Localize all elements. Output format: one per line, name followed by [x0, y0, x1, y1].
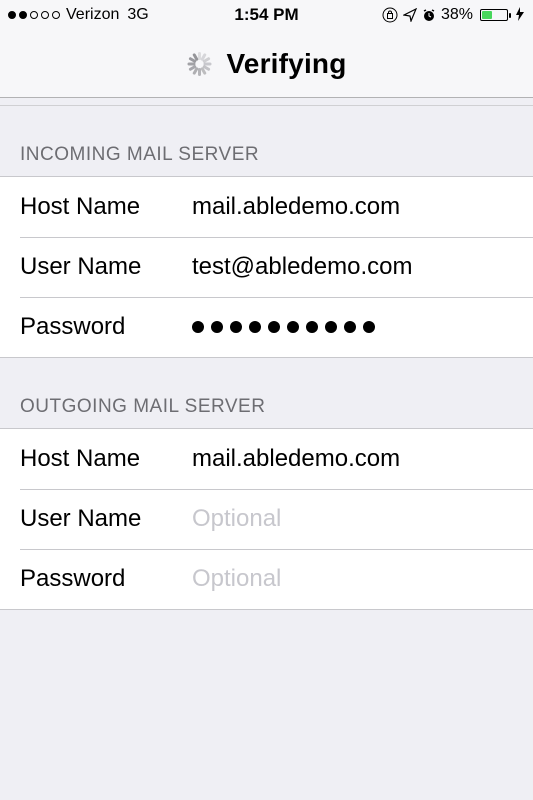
nav-shadow — [0, 98, 533, 106]
outgoing-password-input[interactable] — [192, 565, 533, 593]
outgoing-list: Host Name User Name Password — [0, 428, 533, 610]
status-right: 38% — [382, 6, 525, 24]
row-outgoing-password[interactable]: Password — [0, 549, 533, 609]
alarm-icon — [422, 8, 436, 22]
charging-icon — [515, 7, 525, 24]
status-left: Verizon 3G — [8, 6, 149, 24]
nav-title: Verifying — [226, 48, 346, 80]
incoming-username-input[interactable] — [192, 253, 533, 281]
carrier-label: Verizon — [66, 6, 119, 24]
battery-percent-label: 38% — [441, 6, 473, 24]
section-header-outgoing: OUTGOING MAIL SERVER — [0, 358, 533, 428]
nav-bar: Verifying — [0, 30, 533, 98]
row-outgoing-user[interactable]: User Name — [0, 489, 533, 549]
row-incoming-host[interactable]: Host Name — [0, 177, 533, 237]
location-icon — [403, 8, 417, 22]
username-label: User Name — [20, 253, 192, 281]
username-label: User Name — [20, 505, 192, 533]
network-label: 3G — [127, 6, 148, 24]
hostname-label: Host Name — [20, 193, 192, 221]
orientation-lock-icon — [382, 7, 398, 23]
row-outgoing-host[interactable]: Host Name — [0, 429, 533, 489]
outgoing-username-input[interactable] — [192, 505, 533, 533]
hostname-label: Host Name — [20, 445, 192, 473]
incoming-list: Host Name User Name Password — [0, 176, 533, 358]
incoming-hostname-input[interactable] — [192, 193, 533, 221]
battery-icon — [480, 9, 508, 21]
password-label: Password — [20, 313, 192, 341]
incoming-password-input[interactable] — [192, 321, 533, 333]
row-incoming-password[interactable]: Password — [0, 297, 533, 357]
status-bar: Verizon 3G 1:54 PM 38% — [0, 0, 533, 30]
password-label: Password — [20, 565, 192, 593]
row-incoming-user[interactable]: User Name — [0, 237, 533, 297]
section-header-incoming: INCOMING MAIL SERVER — [0, 106, 533, 176]
activity-spinner-icon — [186, 51, 212, 77]
signal-strength — [8, 11, 60, 19]
outgoing-hostname-input[interactable] — [192, 445, 533, 473]
